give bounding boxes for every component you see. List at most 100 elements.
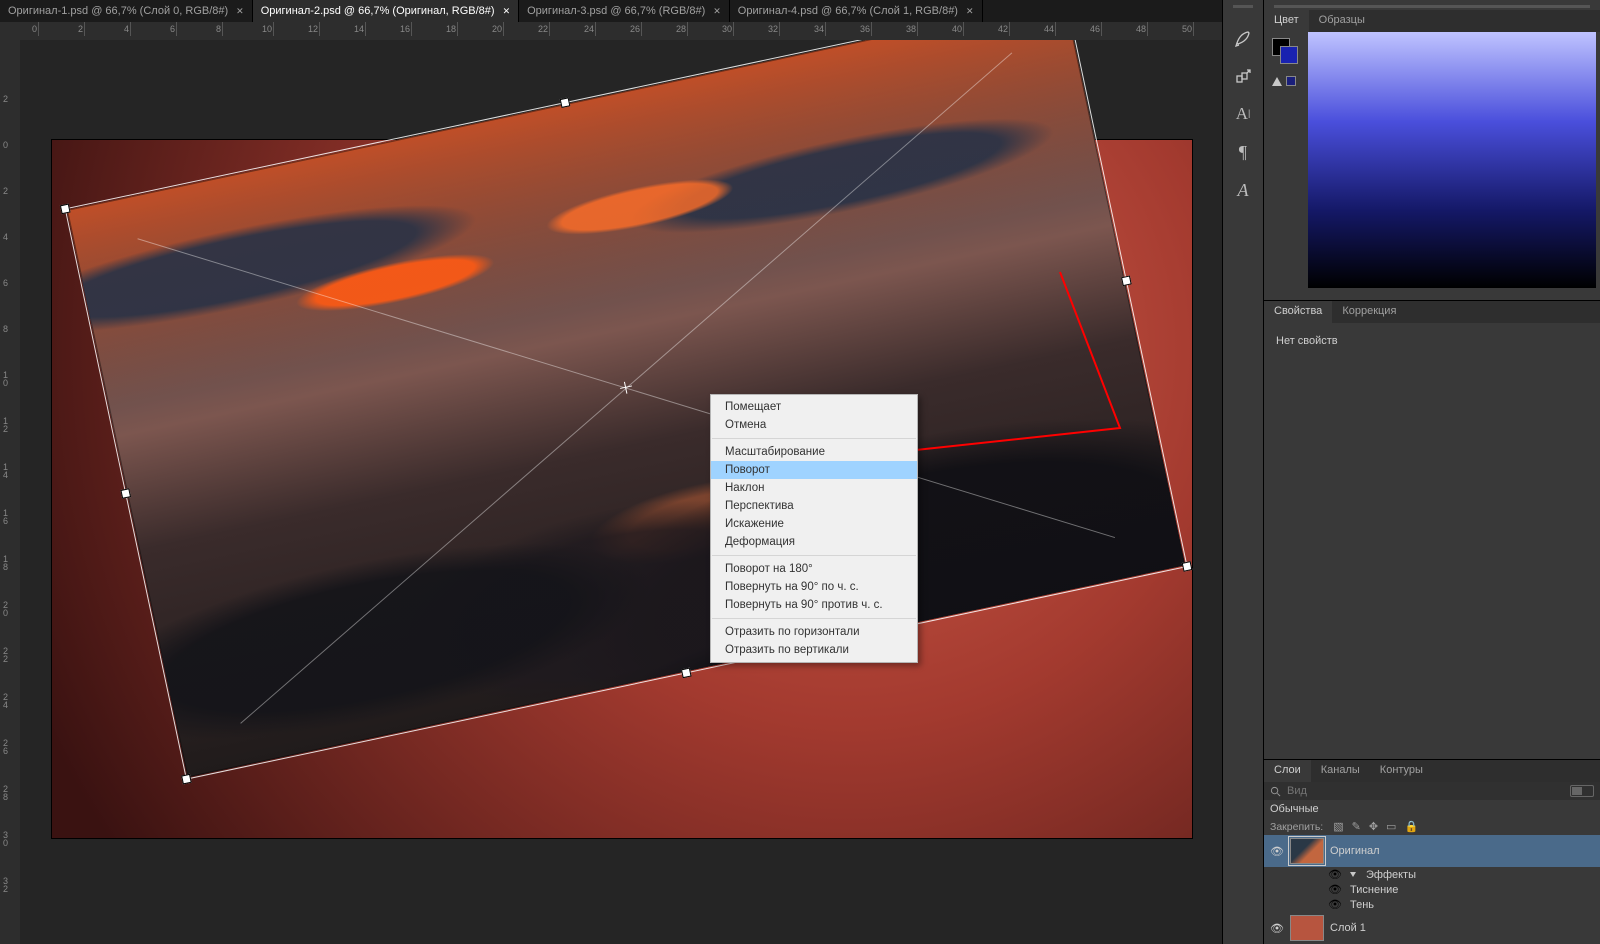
- close-icon[interactable]: ✕: [966, 6, 974, 17]
- ruler-tick: 32: [3, 877, 8, 893]
- tab-layers[interactable]: Слои: [1264, 760, 1311, 782]
- menu-item[interactable]: Искажение: [711, 515, 917, 533]
- ruler-tick: 6: [170, 24, 175, 34]
- tab-swatches[interactable]: Образцы: [1309, 10, 1375, 32]
- right-panel-column: Цвет Образцы Свойства Коррекция Нет свой…: [1264, 0, 1600, 944]
- tab-channels[interactable]: Каналы: [1311, 760, 1370, 782]
- lock-artboard-icon[interactable]: ▭: [1386, 820, 1396, 833]
- glyphs-panel-icon[interactable]: A: [1229, 176, 1257, 204]
- ruler-tick: 44: [1044, 24, 1054, 34]
- brush-presets-icon[interactable]: [1229, 24, 1257, 52]
- drag-handle-icon[interactable]: [1274, 5, 1590, 8]
- layer-name[interactable]: Слой 1: [1330, 922, 1366, 934]
- fx-item[interactable]: 👁 Тень: [1314, 897, 1600, 912]
- ruler-horizontal[interactable]: 0246810121416182022242628303234363840424…: [20, 22, 1222, 40]
- gamut-swatch[interactable]: [1286, 76, 1296, 86]
- collapsed-panel-strip[interactable]: A| ¶ A: [1222, 0, 1264, 944]
- menu-item[interactable]: Отмена: [711, 416, 917, 434]
- layer-filter-input[interactable]: [1287, 785, 1564, 797]
- fx-header[interactable]: 👁 Эффекты: [1314, 867, 1600, 882]
- transform-handle[interactable]: [560, 97, 571, 108]
- background-swatch[interactable]: [1280, 46, 1298, 64]
- transform-center[interactable]: [619, 381, 633, 395]
- menu-item[interactable]: Повернуть на 90° против ч. с.: [711, 596, 917, 614]
- close-icon[interactable]: ✕: [713, 6, 721, 17]
- visibility-icon[interactable]: 👁: [1328, 883, 1342, 896]
- fx-item-label: Тень: [1350, 899, 1374, 911]
- ruler-tick: 2: [3, 187, 8, 195]
- lock-pixels-icon[interactable]: ▧: [1333, 820, 1343, 833]
- canvas-viewport[interactable]: ПомещаетОтмена МасштабированиеПоворотНакл…: [20, 40, 1222, 944]
- tab-properties[interactable]: Свойства: [1264, 301, 1332, 323]
- ruler-tick: 22: [538, 24, 548, 34]
- menu-item[interactable]: Наклон: [711, 479, 917, 497]
- document-tab[interactable]: Оригинал-4.psd @ 66,7% (Слой 1, RGB/8#) …: [730, 0, 983, 22]
- paragraph-panel-icon[interactable]: ¶: [1229, 138, 1257, 166]
- visibility-icon[interactable]: 👁: [1328, 898, 1342, 911]
- lock-position-icon[interactable]: ✥: [1369, 820, 1378, 833]
- visibility-icon[interactable]: 👁: [1270, 845, 1284, 858]
- layer-thumbnail[interactable]: [1290, 838, 1324, 864]
- fgbg-swatch[interactable]: [1272, 38, 1298, 64]
- menu-item[interactable]: Отразить по вертикали: [711, 641, 917, 659]
- tab-label: Оригинал-1.psd @ 66,7% (Слой 0, RGB/8#): [8, 5, 228, 17]
- menu-item[interactable]: Перспектива: [711, 497, 917, 515]
- close-icon[interactable]: ✕: [236, 6, 244, 17]
- panel-tab-bar: Цвет Образцы: [1264, 10, 1600, 32]
- menu-item[interactable]: Деформация: [711, 533, 917, 551]
- ruler-tick: 46: [1090, 24, 1100, 34]
- chevron-down-icon[interactable]: [1350, 872, 1356, 877]
- ruler-tick: 28: [3, 785, 8, 801]
- clone-source-icon[interactable]: [1229, 62, 1257, 90]
- lock-all-icon[interactable]: 🔒: [1404, 820, 1418, 833]
- menu-item[interactable]: Отразить по горизонтали: [711, 623, 917, 641]
- menu-item[interactable]: Поворот на 180°: [711, 560, 917, 578]
- ruler-tick: 12: [308, 24, 318, 34]
- document-tab[interactable]: Оригинал-2.psd @ 66,7% (Оригинал, RGB/8#…: [253, 0, 519, 22]
- ruler-tick: 2: [3, 95, 8, 103]
- menu-item[interactable]: Повернуть на 90° по ч. с.: [711, 578, 917, 596]
- ruler-vertical[interactable]: 202468101214161820222426283032: [0, 40, 20, 944]
- lock-brush-icon[interactable]: ✎: [1352, 820, 1361, 833]
- transform-handle[interactable]: [681, 668, 692, 679]
- menu-item[interactable]: Поворот: [711, 461, 917, 479]
- transform-handle[interactable]: [1121, 275, 1132, 286]
- gamut-warning-icon[interactable]: [1272, 77, 1282, 86]
- ruler-tick: 24: [3, 693, 8, 709]
- transform-handle[interactable]: [181, 774, 192, 785]
- ruler-tick: 18: [3, 555, 8, 571]
- ruler-tick: 34: [814, 24, 824, 34]
- visibility-icon[interactable]: 👁: [1270, 922, 1284, 935]
- character-panel-icon[interactable]: A|: [1229, 100, 1257, 128]
- tab-color[interactable]: Цвет: [1264, 10, 1309, 32]
- layer-thumbnail[interactable]: [1290, 915, 1324, 941]
- tab-adjustments[interactable]: Коррекция: [1332, 301, 1406, 323]
- hue-cube[interactable]: [1308, 32, 1596, 288]
- filter-toggle[interactable]: [1570, 785, 1594, 797]
- transform-bounding-box[interactable]: [65, 40, 1188, 780]
- blend-mode-select[interactable]: Обычные: [1270, 803, 1319, 815]
- ruler-tick: 10: [262, 24, 272, 34]
- ruler-tick: 42: [998, 24, 1008, 34]
- drag-handle-icon[interactable]: [1233, 5, 1253, 8]
- visibility-icon[interactable]: 👁: [1328, 868, 1342, 881]
- ruler-tick: 18: [446, 24, 456, 34]
- menu-item[interactable]: Помещает: [711, 398, 917, 416]
- document-tab[interactable]: Оригинал-1.psd @ 66,7% (Слой 0, RGB/8#) …: [0, 0, 253, 22]
- menu-item[interactable]: Масштабирование: [711, 443, 917, 461]
- fx-item-label: Тиснение: [1350, 884, 1398, 896]
- ruler-tick: 48: [1136, 24, 1146, 34]
- lock-label: Закрепить:: [1270, 821, 1323, 833]
- layer-name[interactable]: Оригинал: [1330, 845, 1380, 857]
- document-tab[interactable]: Оригинал-3.psd @ 66,7% (RGB/8#) ✕: [519, 0, 730, 22]
- context-menu: ПомещаетОтмена МасштабированиеПоворотНакл…: [710, 394, 918, 663]
- transform-handle[interactable]: [120, 488, 131, 499]
- tab-paths[interactable]: Контуры: [1370, 760, 1433, 782]
- transform-handle[interactable]: [1182, 561, 1193, 572]
- close-icon[interactable]: ✕: [503, 6, 511, 17]
- search-icon[interactable]: [1270, 786, 1281, 797]
- transform-handle[interactable]: [60, 204, 71, 215]
- layer-row[interactable]: 👁 Оригинал: [1264, 835, 1600, 867]
- layer-row[interactable]: 👁 Слой 1: [1264, 912, 1600, 944]
- fx-item[interactable]: 👁 Тиснение: [1314, 882, 1600, 897]
